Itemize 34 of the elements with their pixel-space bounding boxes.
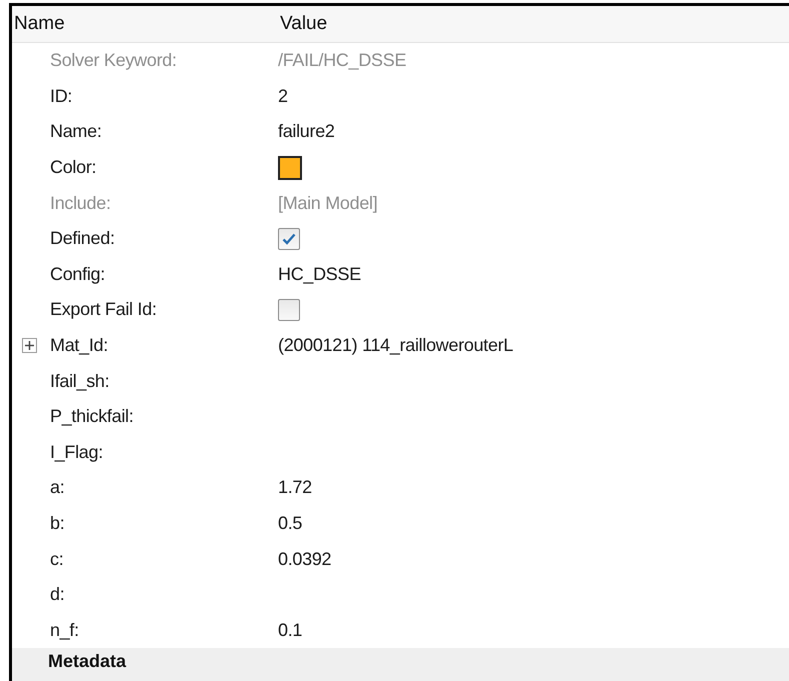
- property-label: ID:: [50, 86, 74, 107]
- section-title: Metadata: [48, 652, 126, 670]
- property-value[interactable]: 1.72: [278, 477, 789, 498]
- section-header[interactable]: Metadata: [12, 648, 789, 681]
- property-value[interactable]: failure2: [278, 121, 789, 142]
- property-value[interactable]: 2: [278, 86, 789, 107]
- property-label: Mat_Id:: [50, 335, 109, 356]
- property-label: d:: [50, 584, 66, 606]
- property-value[interactable]: 0.1: [278, 620, 789, 641]
- property-label: Defined:: [50, 228, 116, 250]
- column-header[interactable]: Name: [12, 13, 278, 35]
- property-value[interactable]: 0.5: [278, 513, 789, 534]
- color-swatch[interactable]: [278, 156, 302, 180]
- property-label: a:: [50, 477, 66, 498]
- property-value[interactable]: HC_DSSE: [278, 264, 789, 285]
- property-label: Solver Keyword:: [50, 50, 178, 72]
- checkmark-icon: [282, 232, 296, 245]
- property-label: I_Flag:: [50, 442, 104, 463]
- property-label: Color:: [50, 157, 98, 178]
- property-value[interactable]: 0.0392: [278, 548, 789, 570]
- property-label: Config:: [50, 264, 106, 285]
- property-label: Include:: [50, 192, 112, 214]
- column-header[interactable]: Value: [278, 13, 789, 35]
- checkbox[interactable]: [278, 298, 300, 321]
- property-label: Name:: [50, 121, 103, 142]
- property-label: Ifail_sh:: [50, 370, 110, 392]
- property-label: n_f:: [50, 620, 80, 641]
- expand-icon[interactable]: [22, 338, 37, 354]
- checkbox[interactable]: [278, 228, 300, 250]
- property-value[interactable]: (2000121) 114_raillowerouterL: [278, 335, 789, 356]
- property-label: c:: [50, 548, 64, 570]
- property-label: P_thickfail:: [50, 406, 134, 428]
- property-label: b:: [50, 513, 66, 534]
- property-label: Export Fail Id:: [50, 299, 158, 320]
